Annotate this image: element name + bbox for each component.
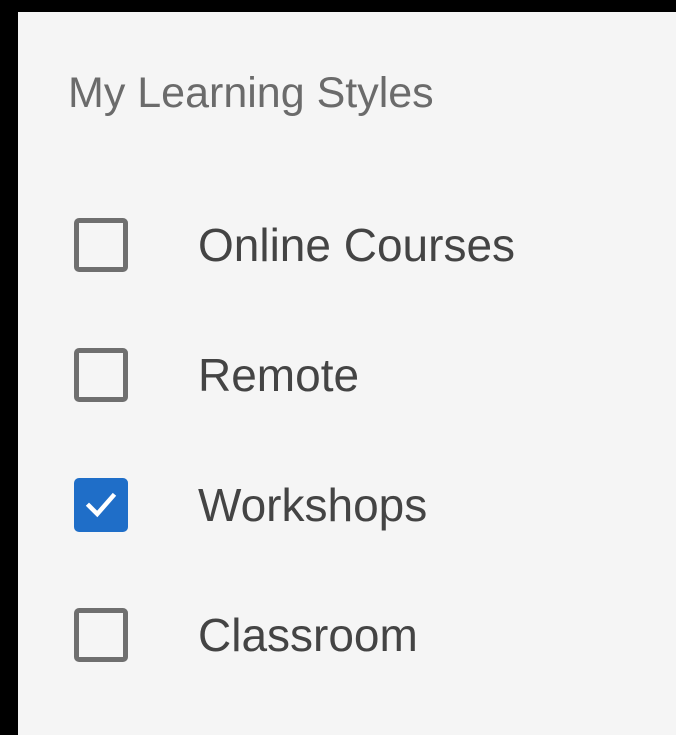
option-remote[interactable]: Remote	[74, 340, 359, 410]
learning-styles-panel: My Learning Styles Online Courses Remote…	[18, 12, 676, 735]
option-label: Workshops	[198, 479, 428, 531]
checkbox-checked-icon[interactable]	[74, 478, 128, 532]
checkbox-icon[interactable]	[74, 608, 128, 662]
option-label: Online Courses	[198, 219, 516, 271]
option-workshops[interactable]: Workshops	[74, 470, 427, 540]
checkbox-icon[interactable]	[74, 348, 128, 402]
option-classroom[interactable]: Classroom	[74, 600, 418, 670]
checkmark-icon	[85, 492, 117, 518]
option-label: Classroom	[198, 609, 418, 661]
group-label: My Learning Styles	[68, 69, 434, 117]
option-label: Remote	[198, 349, 360, 401]
option-online-courses[interactable]: Online Courses	[74, 210, 515, 280]
checkbox-icon[interactable]	[74, 218, 128, 272]
